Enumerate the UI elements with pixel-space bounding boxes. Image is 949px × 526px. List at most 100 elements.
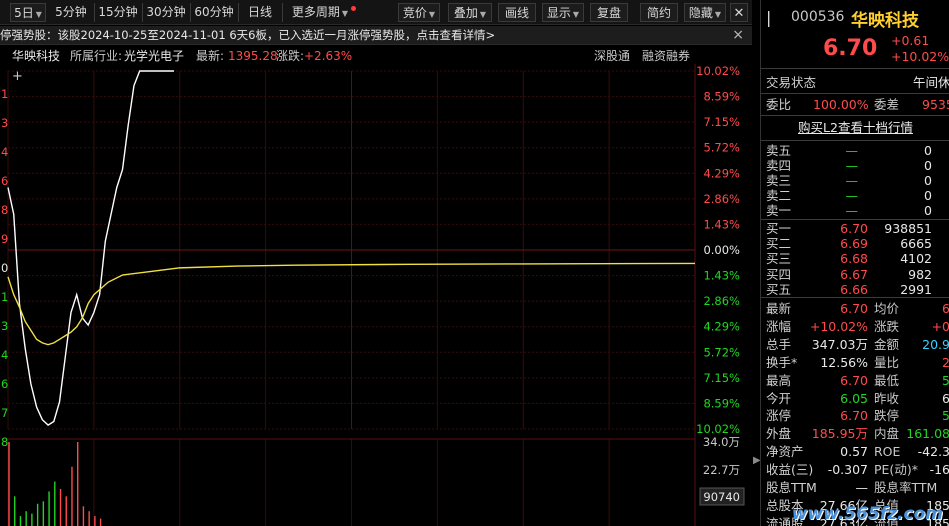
tab-5min[interactable]: 5分钟 — [50, 3, 92, 22]
price-tick-label: 4 — [1, 145, 8, 159]
pct-tick-label: 5.72% — [703, 141, 740, 155]
stat-row: 最高 6.70 最低 5 — [761, 372, 949, 389]
stat-label: 均价 — [874, 301, 900, 316]
review-button[interactable]: 复盘 — [590, 3, 628, 22]
divider — [238, 3, 239, 22]
stat-value: 0.57 — [840, 444, 868, 460]
caret-down-icon: ▼ — [479, 10, 487, 19]
draw-line-button[interactable]: 画线 — [498, 3, 536, 22]
menu-icon[interactable]: | — [766, 8, 771, 27]
bid-row[interactable]: 买五 6.66 2991 — [761, 281, 949, 298]
auction-label: 竞价 — [402, 6, 427, 20]
price-tick-label: 9 — [1, 232, 8, 246]
stat-label: 换手* — [766, 354, 798, 370]
price-tick-label: 6 — [1, 174, 8, 188]
l2-link-text[interactable]: 购买L2查看十档行情 — [798, 120, 913, 135]
auction-dropdown[interactable]: 竞价 ▼ — [398, 3, 440, 22]
volume-readout: 90740 — [703, 490, 740, 504]
trade-status-value: 午间休 — [913, 75, 949, 90]
pct-tick-label: 7.15% — [703, 371, 740, 385]
more-periods-dropdown[interactable]: 更多周期 ▼ — [284, 3, 356, 22]
tab-15min[interactable]: 15分钟 — [96, 3, 140, 22]
price-tick-label: 0 — [1, 261, 8, 275]
stat-label: 涨停 — [766, 408, 792, 424]
stat-label: 今开 — [766, 390, 792, 406]
price-tick-label: 8 — [1, 435, 8, 449]
volume-bars — [8, 442, 102, 526]
industry-link[interactable]: 光学光电子 — [124, 46, 184, 66]
volume-tick-label: 22.7万 — [703, 463, 740, 477]
caret-down-icon: ▼ — [714, 10, 722, 19]
stat-label: 总手 — [766, 336, 792, 352]
stat-label: 昨收 — [874, 390, 900, 406]
collapse-sidebar-icon[interactable]: ▶ — [753, 455, 761, 479]
price-tick-label: 3 — [1, 116, 8, 130]
tab-60min[interactable]: 60分钟 — [192, 3, 236, 22]
ask-row[interactable]: 卖一 — 0 — [761, 202, 949, 219]
intraday-chart[interactable]: 10.02% 8.59% 7.15% 5.72% 4.29% 2.86% 1.43% 0.00… — [0, 64, 752, 526]
overlay-dropdown[interactable]: 叠加 ▼ — [448, 3, 492, 22]
price-tick-label: 6 — [1, 377, 8, 391]
pct-tick-label: 4.29% — [703, 166, 740, 180]
notification-dot — [351, 6, 356, 11]
stat-row: 股息TTM — 股息率TTM — [761, 479, 949, 496]
weicha-label: 委差 — [874, 97, 900, 112]
stat-label: 金额 — [874, 336, 900, 352]
stat-value: 6 — [942, 301, 949, 316]
price-tick-label: 8 — [1, 203, 8, 217]
caret-down-icon: ▼ — [428, 10, 436, 19]
stat-label: 外盘 — [766, 426, 792, 442]
level-label: 买五 — [766, 281, 792, 297]
period-toolbar: 5日 ▼ 5分钟 15分钟 30分钟 60分钟 日线 更多周期 ▼ 竞价 ▼ 叠加 ▼ … — [0, 0, 752, 25]
period-5d-dropdown[interactable]: 5日 ▼ — [10, 3, 46, 22]
stat-label: 跌停 — [874, 408, 900, 424]
l2-purchase-link[interactable]: 购买L2查看十档行情 — [761, 119, 949, 136]
divider — [761, 140, 949, 141]
tab-30min[interactable]: 30分钟 — [144, 3, 188, 22]
stat-value: 6.05 — [840, 390, 868, 406]
close-notice-icon[interactable]: × — [732, 26, 744, 44]
pct-tick-label: 4.29% — [703, 320, 740, 334]
stat-label: PE(动)* — [874, 462, 918, 478]
stat-value: 5 — [942, 372, 949, 388]
pct-tick-label: 2.86% — [703, 192, 740, 206]
stat-row: 涨幅 +10.02% 涨跌 +0 — [761, 318, 949, 335]
simple-button[interactable]: 简约 — [640, 3, 678, 22]
trade-status-row: 交易状态 午间休 — [761, 74, 949, 91]
stat-value: 12.56% — [820, 354, 868, 370]
stat-label: 股息TTM — [766, 480, 817, 495]
chart-grid — [7, 64, 696, 526]
stat-row: 换手* 12.56% 量比 2 — [761, 354, 949, 371]
stock-name: 华映科技 — [851, 11, 919, 31]
hide-dropdown[interactable]: 隐藏 ▼ — [684, 3, 726, 22]
display-dropdown[interactable]: 显示 ▼ — [542, 3, 584, 22]
stat-value: +0 — [931, 318, 949, 334]
stat-label: 涨跌 — [874, 318, 900, 334]
caret-down-icon: ▼ — [35, 10, 42, 19]
latest-label: 最新: — [196, 49, 225, 63]
close-icon[interactable]: ✕ — [730, 3, 748, 22]
margin-trading-link[interactable]: 融资融券 — [642, 46, 690, 66]
stat-value: 20.9 — [922, 336, 949, 352]
more-periods-label: 更多周期 — [291, 5, 340, 19]
pct-tick-label: 10.02% — [696, 64, 740, 78]
notice-text[interactable]: 停强势股：该股2024-10-25至2024-11-01 6天6板，已入选近一月… — [0, 28, 495, 42]
stat-value: — — [855, 480, 869, 495]
sz-connect-link[interactable]: 深股通 — [594, 46, 630, 66]
caret-down-icon: ▼ — [572, 10, 580, 19]
quote-panel: | 000536 华映科技 6.70 +0.61 +10.02% 交易状态 午间… — [760, 0, 949, 526]
tab-daily[interactable]: 日线 — [240, 3, 280, 22]
stat-label: 收益(三) — [766, 462, 814, 478]
crosshair-plus-icon[interactable]: + — [12, 69, 23, 84]
stat-value: +10.02% — [809, 318, 868, 334]
price-change-pct: +10.02% — [891, 49, 949, 64]
stat-value: -16 — [929, 462, 949, 478]
pct-axis: 10.02% 8.59% 7.15% 5.72% 4.29% 2.86% 1.43% 0.00… — [696, 64, 740, 436]
last-price: 6.70 — [823, 36, 878, 61]
stat-label: 涨幅 — [766, 318, 792, 334]
divider — [282, 3, 283, 22]
limit-up-notice-bar[interactable]: 停强势股：该股2024-10-25至2024-11-01 6天6板，已入选近一月… — [0, 26, 752, 45]
pct-tick-label: 1.43% — [703, 217, 740, 231]
stat-value: 6.70 — [840, 372, 868, 388]
divider — [761, 93, 949, 94]
